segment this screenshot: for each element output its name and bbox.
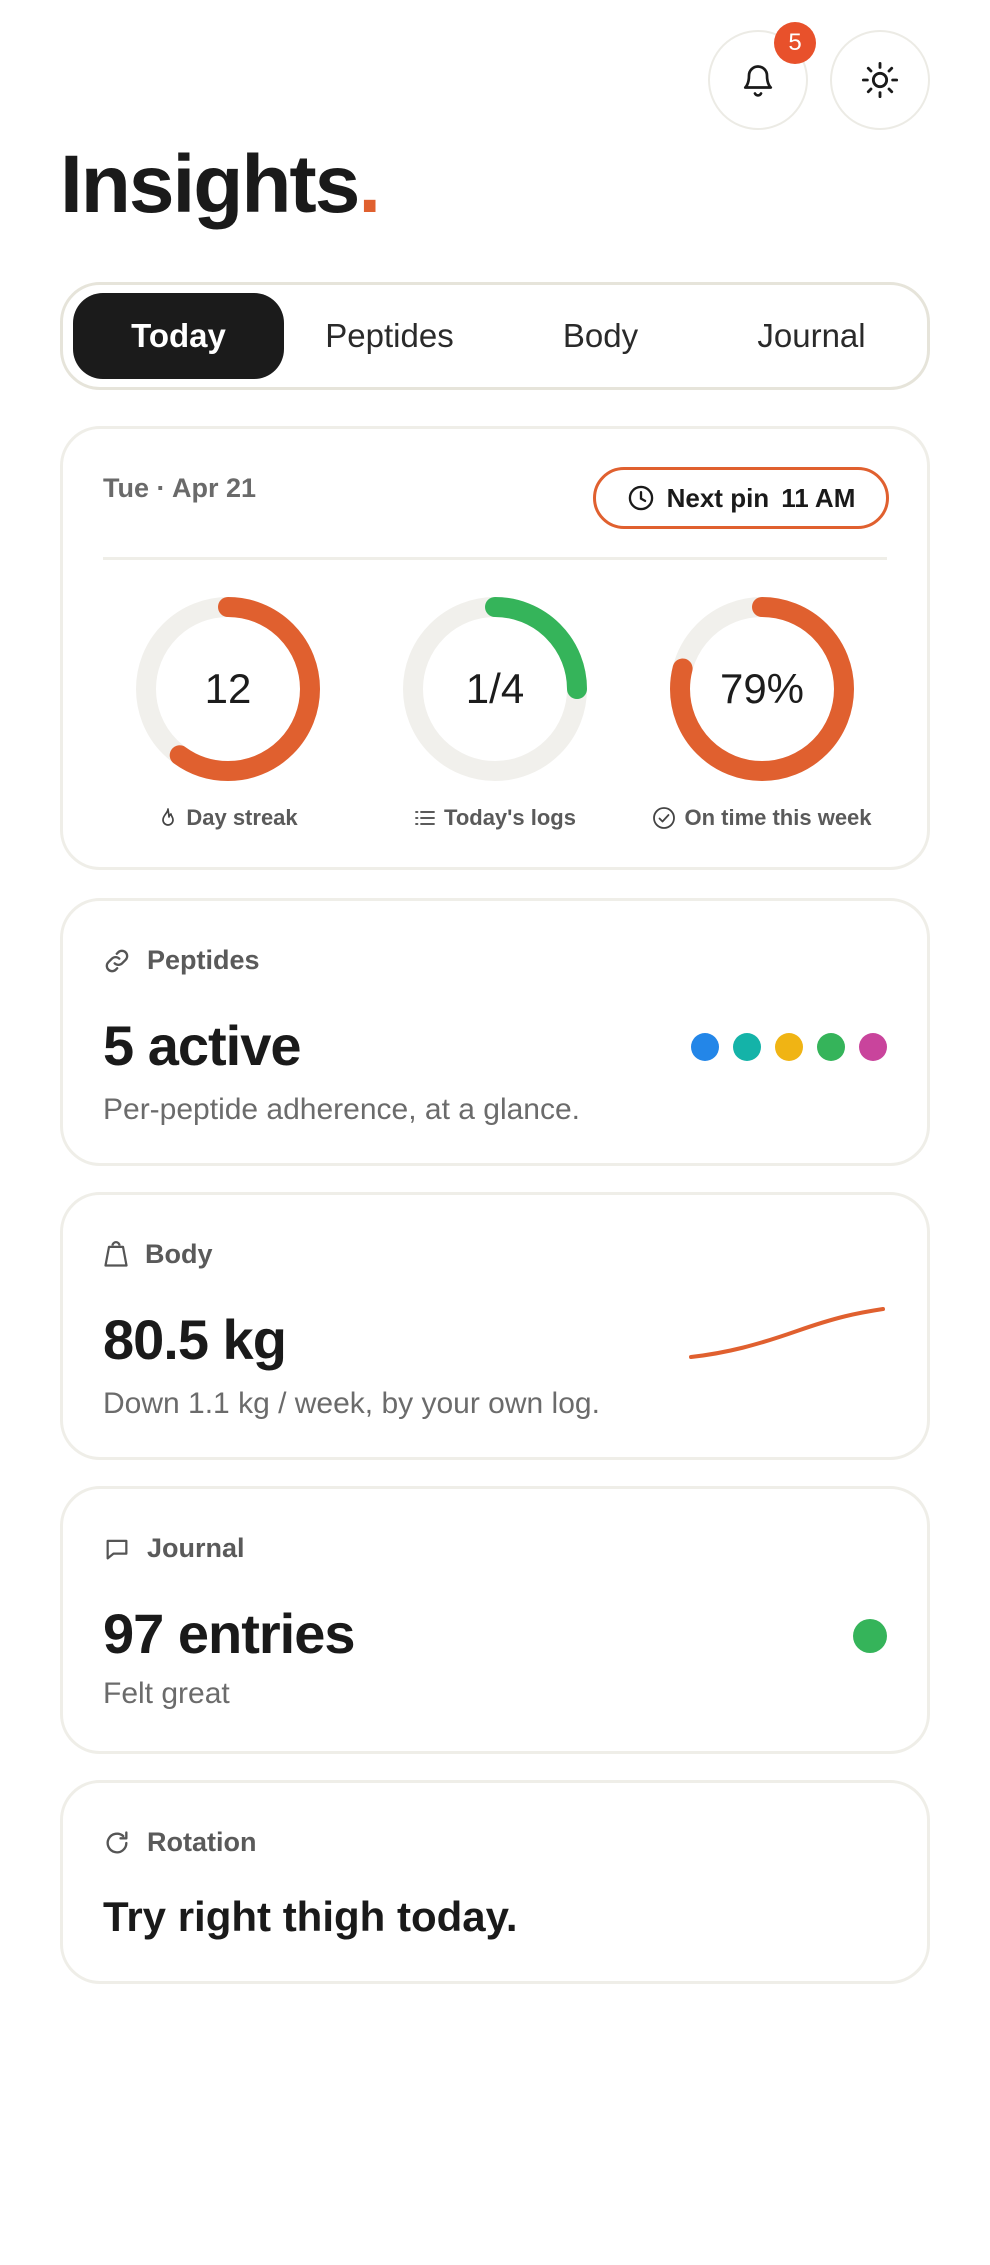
notifications-button[interactable]: 5	[708, 22, 816, 130]
rotation-suggestion: Try right thigh today.	[103, 1893, 518, 1940]
page-title: Insights.	[60, 139, 381, 230]
rotation-card-heading: Rotation	[147, 1827, 257, 1857]
journal-subtitle: Felt great	[103, 1677, 230, 1710]
body-weight-value: 80.5 kg	[103, 1308, 287, 1371]
next-pin-time: 11 AM	[781, 482, 856, 513]
bell-icon	[743, 65, 773, 97]
weight-icon	[104, 1240, 128, 1267]
journal-card-heading: Journal	[147, 1533, 245, 1563]
ring-todays-logs: 1/4 Today's logs	[380, 589, 610, 831]
header-actions: 5	[708, 22, 930, 130]
peptide-dot	[817, 1033, 845, 1061]
theme-toggle-button[interactable]	[830, 30, 930, 130]
sun-icon	[861, 61, 899, 99]
body-card-heading: Body	[145, 1239, 213, 1269]
ring-value: 79%	[719, 665, 805, 712]
mood-indicator-dot	[853, 1619, 887, 1653]
ring-caption: Day streak	[158, 805, 298, 831]
link-icon	[105, 949, 129, 972]
ring-day-streak: 12 Day streak	[113, 589, 343, 831]
today-date: Tue · Apr 21	[103, 473, 257, 503]
peptides-subtitle: Per-peptide adherence, at a glance.	[103, 1093, 580, 1126]
stat-rings: 12 Day streak 1/4 Today's logs 79% On ti…	[103, 589, 887, 831]
rotation-card[interactable]: Rotation Try right thigh today.	[60, 1780, 930, 1984]
weight-trend-line	[689, 1307, 885, 1359]
peptide-dot	[733, 1033, 761, 1061]
journal-card[interactable]: Journal 97 entries Felt great	[60, 1486, 930, 1754]
peptides-active-count: 5 active	[103, 1014, 301, 1077]
clock-icon	[628, 485, 653, 511]
card-divider	[103, 557, 887, 560]
ring-value: 12	[204, 665, 252, 712]
tab-peptides[interactable]: Peptides	[284, 293, 495, 379]
notification-badge: 5	[774, 22, 816, 64]
peptides-card-header: Peptides	[103, 945, 260, 976]
body-subtitle: Down 1.1 kg / week, by your own log.	[103, 1387, 600, 1420]
journal-card-header: Journal	[103, 1533, 245, 1564]
peptides-card[interactable]: Peptides 5 active Per-peptide adherence,…	[60, 898, 930, 1166]
body-card-header: Body	[103, 1239, 213, 1270]
body-card[interactable]: Body 80.5 kg Down 1.1 kg / week, by your…	[60, 1192, 930, 1460]
tab-bar: Today Peptides Body Journal	[60, 282, 930, 390]
tab-journal[interactable]: Journal	[706, 293, 917, 379]
tab-body[interactable]: Body	[495, 293, 706, 379]
check-circle-icon	[653, 807, 676, 829]
rotation-card-header: Rotation	[103, 1827, 256, 1858]
flame-icon	[162, 808, 175, 826]
page-title-accent-dot: .	[358, 139, 381, 230]
message-icon	[106, 1539, 128, 1559]
ring-caption-text: On time this week	[684, 805, 872, 830]
refresh-icon	[106, 1830, 128, 1853]
today-summary-card: Tue · Apr 21 Next pin 11 AM 12 Day strea…	[60, 426, 930, 870]
weight-trend-sparkline	[689, 1307, 885, 1359]
peptide-dot	[859, 1033, 887, 1061]
ring-caption: Today's logs	[414, 805, 576, 831]
page-title-text: Insights	[60, 139, 360, 230]
next-pin-label: Next pin	[666, 482, 770, 513]
peptide-color-dots	[691, 1033, 887, 1061]
peptide-dot	[691, 1033, 719, 1061]
peptide-dot	[775, 1033, 803, 1061]
next-pin-pill[interactable]: Next pin 11 AM	[593, 467, 889, 529]
ring-on-time: 79% On time this week	[647, 589, 877, 831]
ring-caption-text: Today's logs	[444, 805, 576, 830]
journal-entries-count: 97 entries	[103, 1602, 355, 1665]
ring-caption: On time this week	[652, 805, 872, 831]
list-icon	[415, 811, 435, 825]
peptides-card-heading: Peptides	[147, 945, 260, 975]
ring-caption-text: Day streak	[186, 805, 298, 830]
tab-today[interactable]: Today	[73, 293, 284, 379]
ring-value: 1/4	[465, 665, 525, 712]
